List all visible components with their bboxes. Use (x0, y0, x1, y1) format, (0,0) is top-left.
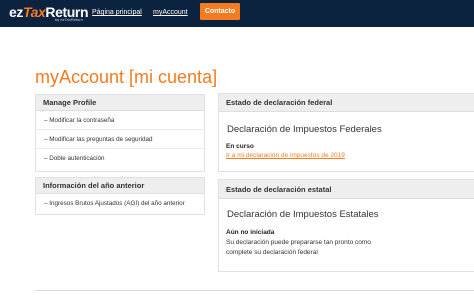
state-return-title: Declaración de Impuestos Estatales (227, 209, 379, 220)
nav-link-myaccount[interactable]: myAccount (153, 8, 188, 17)
federal-status-header: Estado de declaración federal (219, 94, 474, 112)
state-status-badge: Aún no iniciada (226, 229, 275, 236)
manage-profile-panel: Manage Profile – Modificar la contraseña… (35, 94, 205, 172)
state-status-header: Estado de declaración estatal (219, 180, 474, 199)
prior-year-agi-link[interactable]: – Ingresos Brutos Ajustados (AGI) del añ… (36, 194, 204, 213)
go-to-2019-return-link[interactable]: Ir a mi declaración de impuestos de 2019 (226, 152, 345, 160)
change-password-link[interactable]: – Modificar la contraseña (36, 111, 204, 130)
previous-year-panel: Información del año anterior – Ingresos … (35, 177, 205, 215)
two-factor-auth-link[interactable]: – Doble autenticación (36, 149, 204, 168)
page-title: myAccount [mi cuenta] (35, 67, 218, 87)
logo-tax: Tax (23, 4, 46, 20)
logo-subtitle: by ezTaxReturn (55, 17, 83, 22)
previous-year-header: Información del año anterior (36, 178, 204, 194)
nav-link-home[interactable]: Página principal (92, 8, 142, 17)
top-navigation-bar: ezTaxReturn by ezTaxReturn Página princi… (0, 0, 474, 27)
logo-ez: ez (9, 4, 23, 20)
state-status-description: Su declaración puede prepararse tan pron… (226, 239, 371, 256)
federal-status-badge: En curso (226, 143, 254, 150)
federal-return-title: Declaración de Impuestos Federales (227, 124, 382, 135)
state-return-status-panel: Estado de declaración estatal Declaració… (218, 179, 474, 272)
federal-return-status-panel: Estado de declaración federal Declaració… (218, 93, 474, 172)
change-security-questions-link[interactable]: – Modificar las preguntas de seguridad (36, 130, 204, 149)
manage-profile-header: Manage Profile (36, 95, 204, 111)
eztaxreturn-logo[interactable]: ezTaxReturn by ezTaxReturn (9, 3, 89, 23)
footer-divider (35, 290, 474, 291)
contact-button[interactable]: Contacto (200, 3, 240, 20)
